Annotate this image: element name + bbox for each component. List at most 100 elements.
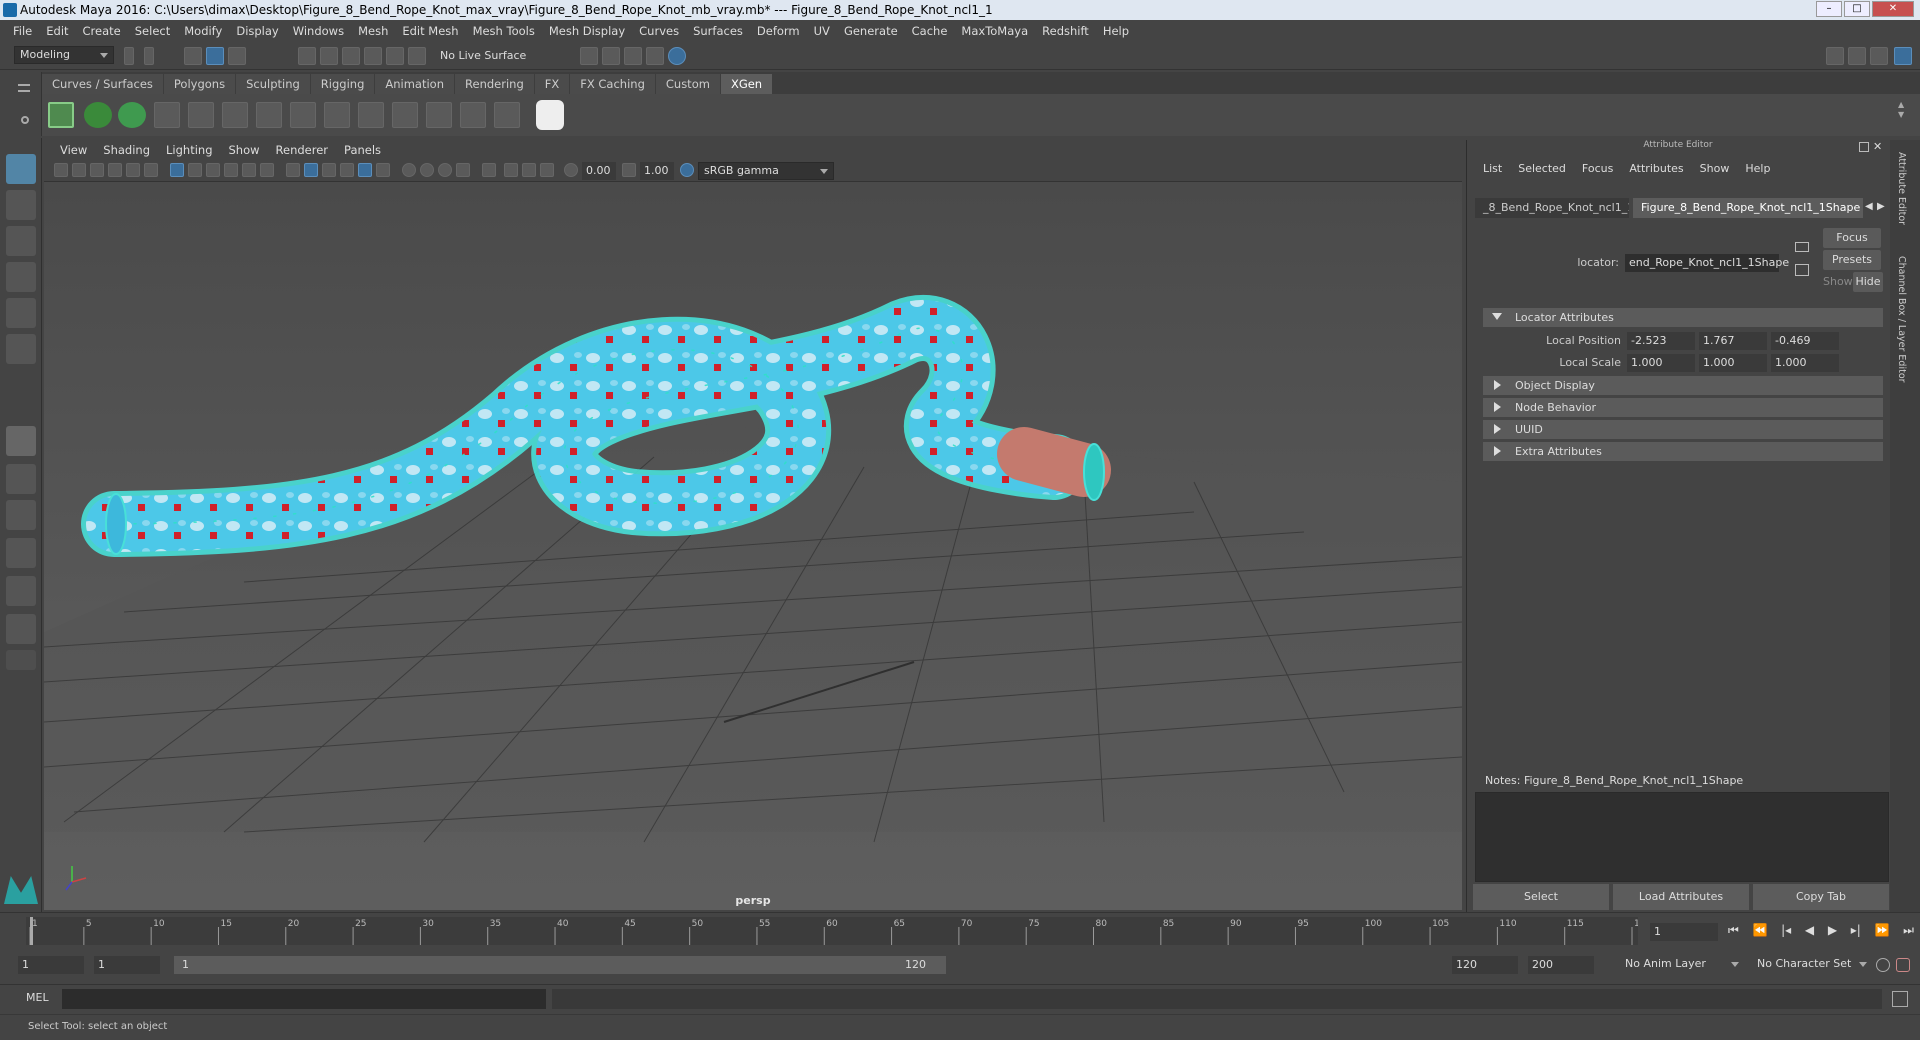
outliner-layout-icon[interactable]	[6, 538, 36, 568]
select-object-icon[interactable]	[206, 47, 224, 65]
graph-layout-icon[interactable]	[6, 576, 36, 606]
safe-action-icon[interactable]	[260, 163, 274, 177]
local-position-y[interactable]: 1.767	[1699, 332, 1767, 350]
xray-joints-icon[interactable]	[522, 163, 536, 177]
menu-curves[interactable]: Curves	[632, 24, 686, 38]
xgen-layer-icon[interactable]	[358, 102, 384, 128]
use-all-lights-icon[interactable]	[376, 163, 390, 177]
local-position-z[interactable]: -0.469	[1771, 332, 1839, 350]
hypershade-icon[interactable]	[668, 47, 686, 65]
menu-redshift[interactable]: Redshift	[1035, 24, 1096, 38]
play-forward-icon[interactable]: ▶	[1828, 923, 1837, 941]
ae-menu-show[interactable]: Show	[1692, 162, 1738, 180]
command-input[interactable]	[62, 989, 546, 1009]
xgen-export-icon[interactable]	[494, 102, 520, 128]
menu-display[interactable]: Display	[229, 24, 285, 38]
range-bar[interactable]: 1 120	[174, 956, 946, 974]
single-view-layout-icon[interactable]	[6, 426, 36, 456]
textured-icon[interactable]	[358, 163, 372, 177]
motion-blur-icon[interactable]	[438, 163, 452, 177]
shelf-tab-custom[interactable]: Custom	[655, 74, 720, 94]
gamma-field[interactable]: 1.00	[640, 162, 674, 180]
open-scene-icon[interactable]	[124, 47, 134, 65]
copy-tab-button[interactable]: Copy Tab	[1753, 884, 1889, 910]
minimize-button[interactable]: –	[1816, 1, 1842, 17]
scale-tool-icon[interactable]	[6, 334, 36, 364]
menu-mesh-tools[interactable]: Mesh Tools	[466, 24, 542, 38]
shelf-menu-icon[interactable]	[18, 84, 30, 92]
tab-scroll-left-icon[interactable]: ◀	[1865, 201, 1873, 212]
xgen-create-description-icon[interactable]	[84, 102, 112, 128]
select-button[interactable]: Select	[1473, 884, 1609, 910]
screen-space-ao-icon[interactable]	[420, 163, 434, 177]
menu-cache[interactable]: Cache	[905, 24, 955, 38]
snap-view-plane-icon[interactable]	[364, 47, 382, 65]
xgen-lock-guide-icon[interactable]	[290, 102, 316, 128]
menu-help[interactable]: Help	[1096, 24, 1136, 38]
load-attributes-button[interactable]: Load Attributes	[1613, 884, 1749, 910]
gamma-icon[interactable]	[622, 163, 636, 177]
step-forward-frame-icon[interactable]: ▸|	[1851, 923, 1861, 941]
xgen-editor-icon[interactable]	[48, 102, 74, 128]
section-node-behavior[interactable]: Node Behavior	[1483, 398, 1883, 417]
grease-pencil-icon[interactable]	[144, 163, 158, 177]
menu-surfaces[interactable]: Surfaces	[686, 24, 750, 38]
shelf-tab-rigging[interactable]: Rigging	[310, 74, 375, 94]
menu-uv[interactable]: UV	[807, 24, 837, 38]
lasso-tool-icon[interactable]	[6, 190, 36, 220]
isolate-select-icon[interactable]	[482, 163, 496, 177]
close-button[interactable]: ✕	[1872, 1, 1914, 17]
viewport-menu-renderer[interactable]: Renderer	[268, 143, 337, 157]
snap-vertex-icon[interactable]	[408, 47, 426, 65]
smooth-shade-icon[interactable]	[304, 163, 318, 177]
ipr-render-icon[interactable]	[624, 47, 642, 65]
render-view-icon[interactable]	[646, 47, 664, 65]
hide-button[interactable]: Hide	[1853, 272, 1883, 292]
shadows-icon[interactable]	[402, 163, 416, 177]
menu-mesh-display[interactable]: Mesh Display	[542, 24, 632, 38]
xgen-add-guide-icon[interactable]	[154, 102, 180, 128]
snap-curve-icon[interactable]	[320, 47, 338, 65]
shelf-tab-polygons[interactable]: Polygons	[163, 74, 236, 94]
ae-tab-transform[interactable]: _8_Bend_Rope_Knot_ncl1_1	[1475, 198, 1629, 218]
gate-mask-icon[interactable]	[224, 163, 238, 177]
exposure-icon[interactable]	[564, 163, 578, 177]
local-scale-z[interactable]: 1.000	[1771, 354, 1839, 372]
presets-button[interactable]: Presets	[1823, 250, 1881, 270]
ae-menu-selected[interactable]: Selected	[1510, 162, 1574, 180]
menu-create[interactable]: Create	[76, 24, 128, 38]
camera-attributes-icon[interactable]	[72, 163, 86, 177]
viewport-menu-lighting[interactable]: Lighting	[158, 143, 220, 157]
snap-surface-icon[interactable]	[386, 47, 404, 65]
script-language-toggle[interactable]: MEL	[26, 991, 49, 1004]
auto-key-icon[interactable]	[1876, 958, 1890, 972]
shelf-tab-curves-surfaces[interactable]: Curves / Surfaces	[42, 74, 163, 94]
viewport-menu-view[interactable]: View	[52, 143, 95, 157]
animation-end-field[interactable]: 200	[1528, 956, 1594, 974]
time-slider-track[interactable]: 1 5 10 15 20 25 30 35 40 45 50 55 60 65 70 75 80 85 90 95 10…	[26, 917, 1651, 945]
attribute-editor-toggle-icon[interactable]	[1894, 47, 1912, 65]
resolution-gate-icon[interactable]	[206, 163, 220, 177]
playback-end-field[interactable]: 120	[1452, 956, 1518, 974]
shelf-tab-sculpting[interactable]: Sculpting	[236, 74, 310, 94]
xray-icon[interactable]	[504, 163, 518, 177]
xgen-curves-icon[interactable]	[460, 102, 486, 128]
anim-layer-dropdown[interactable]: No Anim Layer	[1620, 956, 1744, 974]
menu-maxtomaya[interactable]: MaxToMaya	[954, 24, 1035, 38]
tab-scroll-right-icon[interactable]: ▶	[1877, 201, 1885, 212]
default-lighting-icon[interactable]	[322, 163, 336, 177]
viewport-menu-show[interactable]: Show	[221, 143, 268, 157]
render-layout-icon[interactable]	[6, 614, 36, 644]
play-backward-icon[interactable]: ◀	[1805, 923, 1814, 941]
local-scale-y[interactable]: 1.000	[1699, 354, 1767, 372]
local-position-x[interactable]: -2.523	[1627, 332, 1695, 350]
menu-deform[interactable]: Deform	[750, 24, 807, 38]
section-extra-attributes[interactable]: Extra Attributes	[1483, 442, 1883, 461]
menu-file[interactable]: File	[6, 24, 39, 38]
section-uuid[interactable]: UUID	[1483, 420, 1883, 439]
maximize-button[interactable]: □	[1844, 1, 1870, 17]
tool-settings-icon[interactable]	[1870, 47, 1888, 65]
menu-edit[interactable]: Edit	[39, 24, 75, 38]
shelf-tab-fx[interactable]: FX	[534, 74, 570, 94]
xgen-guide-length-icon[interactable]	[222, 102, 248, 128]
